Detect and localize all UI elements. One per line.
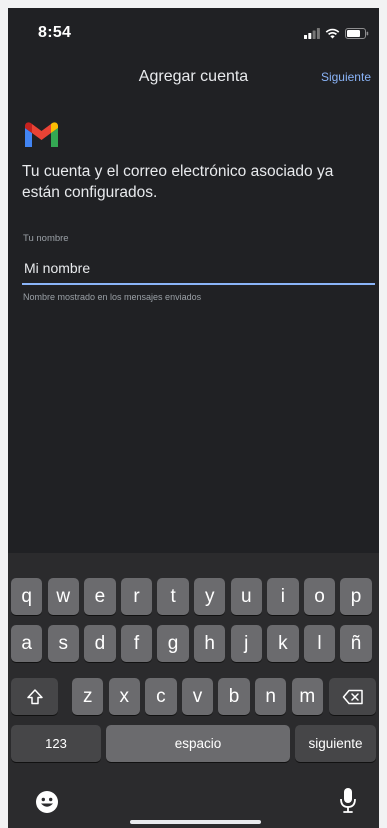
name-field-label: Tu nombre <box>23 233 69 244</box>
name-input[interactable] <box>22 253 375 285</box>
status-bar: 8:54 <box>8 8 379 58</box>
key-u[interactable]: u <box>230 578 262 615</box>
shift-key[interactable] <box>11 678 58 715</box>
delete-key[interactable] <box>329 678 376 715</box>
key-b[interactable]: b <box>218 678 250 715</box>
backspace-icon <box>342 689 363 704</box>
system-icons <box>304 26 369 40</box>
screen: 8:54 Agregar cuenta Siguiente Tu cuenta … <box>8 8 379 828</box>
key-a[interactable]: a <box>11 625 43 662</box>
key-f[interactable]: f <box>120 625 153 662</box>
key-q[interactable]: q <box>11 578 43 615</box>
key-t[interactable]: t <box>157 578 189 615</box>
key-d[interactable]: d <box>84 625 116 662</box>
key-w[interactable]: w <box>47 578 79 615</box>
key-v[interactable]: v <box>181 678 214 715</box>
wifi-icon <box>325 28 340 38</box>
emoji-icon[interactable] <box>35 790 59 814</box>
key-m[interactable]: m <box>291 678 323 715</box>
key-h[interactable]: h <box>194 625 226 662</box>
key-j[interactable]: j <box>230 625 262 662</box>
battery-icon <box>345 27 369 39</box>
key-x[interactable]: x <box>108 678 140 715</box>
clock: 8:54 <box>38 24 72 41</box>
app-header: Agregar cuenta Siguiente <box>8 64 379 94</box>
name-helper-text: Nombre mostrado en los mensajes enviados <box>23 292 202 302</box>
key-y[interactable]: y <box>194 578 226 615</box>
key-e[interactable]: e <box>84 578 116 615</box>
key-l[interactable]: l <box>303 625 336 662</box>
keyboard: qwertyuiop asdfghjklñ zxcvbnm 123 espaci… <box>8 553 379 828</box>
key-r[interactable]: r <box>120 578 153 615</box>
key-o[interactable]: o <box>303 578 336 615</box>
key-s[interactable]: s <box>47 625 79 662</box>
key-ñ[interactable]: ñ <box>340 625 372 662</box>
return-key[interactable]: siguiente <box>295 725 376 762</box>
numbers-key[interactable]: 123 <box>11 725 101 762</box>
key-z[interactable]: z <box>72 678 104 715</box>
microphone-icon[interactable] <box>338 787 358 815</box>
next-button[interactable]: Siguiente <box>321 70 371 84</box>
shift-icon <box>26 688 43 704</box>
key-i[interactable]: i <box>267 578 299 615</box>
key-c[interactable]: c <box>145 678 177 715</box>
key-k[interactable]: k <box>267 625 299 662</box>
key-n[interactable]: n <box>255 678 287 715</box>
key-p[interactable]: p <box>340 578 372 615</box>
account-configured-message: Tu cuenta y el correo electrónico asocia… <box>22 163 334 201</box>
key-g[interactable]: g <box>157 625 189 662</box>
gmail-logo-icon <box>25 122 58 147</box>
signal-icon <box>304 27 320 39</box>
home-indicator[interactable] <box>130 820 261 824</box>
space-key[interactable]: espacio <box>106 725 290 762</box>
